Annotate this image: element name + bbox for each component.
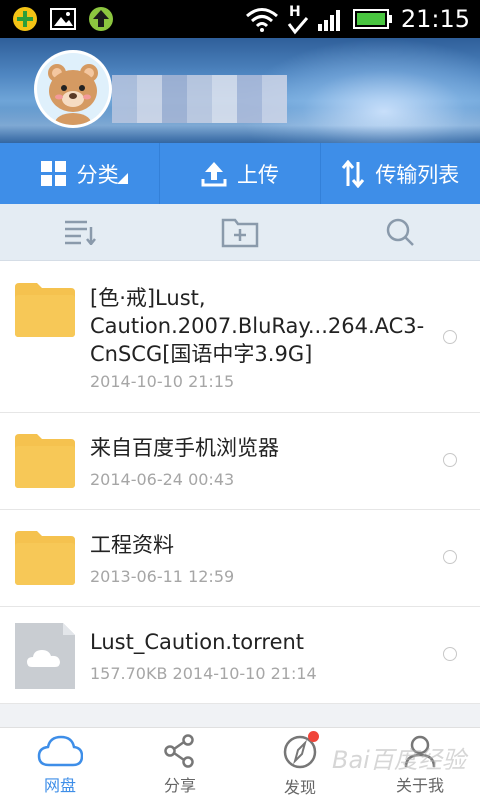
bear-avatar-icon bbox=[37, 53, 109, 125]
nav-about-me[interactable]: 关于我 bbox=[360, 728, 480, 800]
grid-icon bbox=[40, 160, 66, 186]
file-name: 工程资料 bbox=[90, 533, 174, 557]
new-folder-icon bbox=[221, 218, 259, 248]
nav-netdisk[interactable]: 网盘 bbox=[0, 728, 120, 800]
file-name: [色·戒]Lust, Caution.2007.BluRay...264.AC3… bbox=[90, 286, 425, 366]
file-row[interactable]: Lust_Caution.torrent 157.70KB 2014-10-10… bbox=[0, 607, 480, 704]
upload-arrow-icon bbox=[88, 6, 114, 32]
folder-icon bbox=[15, 283, 75, 337]
list-spacer bbox=[0, 705, 480, 727]
status-bar: H 21:15 bbox=[0, 0, 480, 38]
upload-label: 上传 bbox=[236, 162, 279, 187]
file-meta: 2014-10-10 21:15 bbox=[90, 372, 235, 391]
nav-label: 发现 bbox=[283, 778, 316, 797]
clock: 21:15 bbox=[400, 5, 470, 33]
file-meta: 2013-06-11 12:59 bbox=[90, 567, 235, 586]
select-radio[interactable] bbox=[443, 647, 457, 661]
file-row[interactable]: 工程资料 2013-06-11 12:59 bbox=[0, 510, 480, 607]
file-list: [色·戒]Lust, Caution.2007.BluRay...264.AC3… bbox=[0, 261, 480, 704]
select-radio[interactable] bbox=[443, 330, 457, 344]
file-meta: 157.70KB 2014-10-10 21:14 bbox=[90, 664, 317, 683]
sort-button[interactable] bbox=[0, 204, 160, 260]
user-icon bbox=[404, 735, 436, 768]
battery-icon bbox=[352, 9, 392, 29]
avatar[interactable] bbox=[34, 50, 112, 128]
nav-discover[interactable]: 发现 bbox=[240, 728, 360, 800]
select-radio[interactable] bbox=[443, 453, 457, 467]
app-plus-icon bbox=[12, 6, 38, 32]
new-folder-button[interactable] bbox=[160, 204, 320, 260]
nav-label: 网盘 bbox=[43, 776, 76, 795]
notification-badge bbox=[308, 731, 319, 742]
folder-icon bbox=[15, 531, 75, 585]
search-icon bbox=[386, 218, 414, 246]
dropdown-triangle-icon bbox=[117, 173, 128, 184]
sort-list-icon bbox=[65, 220, 96, 245]
file-toolbar bbox=[0, 204, 480, 261]
search-button[interactable] bbox=[320, 204, 480, 260]
nav-share[interactable]: 分享 bbox=[120, 728, 240, 800]
image-icon bbox=[50, 6, 76, 32]
file-row[interactable]: 来自百度手机浏览器 2014-06-24 00:43 bbox=[0, 413, 480, 510]
file-row[interactable]: [色·戒]Lust, Caution.2007.BluRay...264.AC3… bbox=[0, 261, 480, 413]
nav-label: 关于我 bbox=[395, 776, 444, 795]
category-label: 分类 bbox=[76, 162, 119, 187]
h-signal-icon: H bbox=[287, 4, 308, 35]
cloud-icon bbox=[37, 735, 83, 767]
file-name: 来自百度手机浏览器 bbox=[90, 436, 279, 460]
upload-button[interactable]: 上传 bbox=[159, 143, 319, 204]
profile-banner bbox=[0, 38, 480, 143]
nav-label: 分享 bbox=[163, 776, 196, 795]
folder-icon bbox=[15, 434, 75, 488]
transfer-list-label: 传输列表 bbox=[375, 162, 460, 187]
upload-icon bbox=[201, 161, 227, 186]
cell-signal-icon bbox=[317, 10, 340, 31]
wifi-icon bbox=[245, 8, 278, 32]
file-meta: 2014-06-24 00:43 bbox=[90, 470, 235, 489]
file-name: Lust_Caution.torrent bbox=[90, 630, 305, 654]
share-icon bbox=[164, 734, 194, 768]
transfer-icon bbox=[342, 159, 365, 188]
transfer-list-button[interactable]: 传输列表 bbox=[319, 143, 480, 204]
bottom-nav: 网盘 分享 发现 关于我 bbox=[0, 727, 480, 800]
username-blurred bbox=[112, 75, 287, 123]
category-button[interactable]: 分类 bbox=[0, 143, 159, 204]
select-radio[interactable] bbox=[443, 550, 457, 564]
cloud-file-icon bbox=[15, 623, 75, 689]
svg-text:H: H bbox=[289, 4, 301, 20]
action-bar: 分类 上传 传输列表 bbox=[0, 143, 480, 204]
